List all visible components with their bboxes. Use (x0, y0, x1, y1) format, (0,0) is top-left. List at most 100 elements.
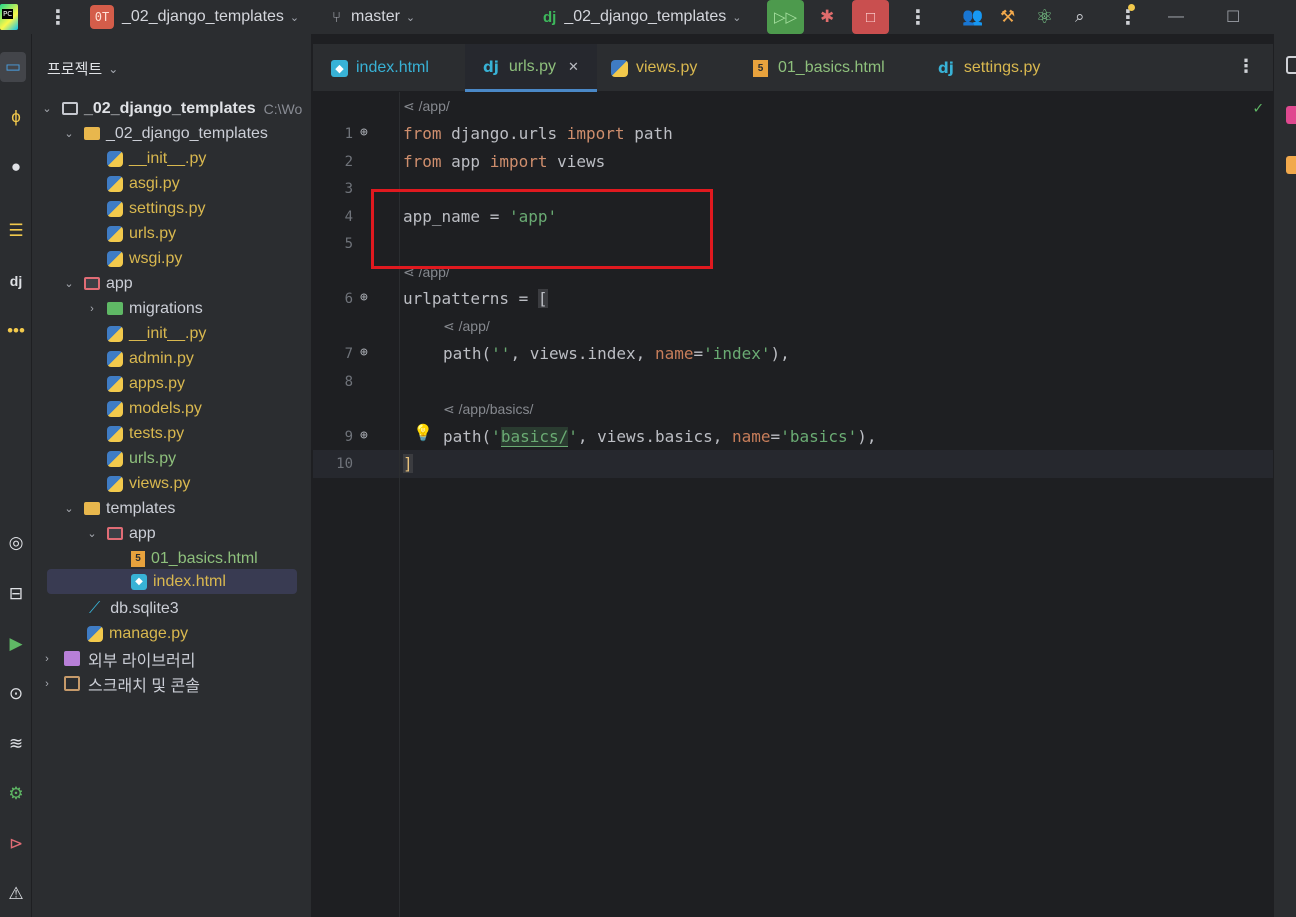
tree-item[interactable]: admin.py (107, 346, 194, 371)
tree-item[interactable]: views.py (107, 471, 190, 496)
url-endpoint-icon[interactable]: ⊕ (360, 345, 376, 361)
tab-urls-py[interactable]: dj urls.py ✕ (465, 44, 597, 92)
code-editor[interactable]: ✓ ⋖ /app/ ⋖ /app/ ⋖ /app/ ⋖ /app/basics/… (313, 92, 1273, 917)
tree-item[interactable]: manage.py (87, 621, 188, 646)
code-line-10[interactable]: ] (403, 454, 413, 473)
project-panel-header[interactable]: 프로젝트 ⌄ (47, 58, 118, 79)
python-file-icon (107, 200, 123, 217)
tree-item[interactable]: › 스크래치 및 콘솔 (40, 671, 200, 696)
url-hint[interactable]: ⋖ /app/ (403, 98, 450, 115)
run-button[interactable]: ▷▷ (767, 0, 804, 34)
minimize-icon[interactable]: — (1168, 0, 1184, 34)
more-actions-icon[interactable]: ⋮ (908, 0, 928, 34)
url-hint[interactable]: ⋖ /app/ (443, 318, 490, 335)
url-endpoint-icon[interactable]: ⊕ (360, 290, 376, 306)
tree-item[interactable]: › 외부 라이브러리 (40, 646, 196, 671)
debug-button[interactable]: ✱ (820, 0, 834, 34)
tree-item[interactable]: 5 01_basics.html (131, 546, 258, 571)
terminal-icon[interactable]: ⊳ (0, 829, 32, 859)
django-structure-icon[interactable]: dj (0, 266, 32, 296)
tree-item[interactable]: › migrations (85, 296, 203, 321)
inspection-icon[interactable]: ⊙ (0, 679, 32, 709)
tree-item[interactable]: apps.py (107, 371, 185, 396)
lightbulb-icon[interactable]: 💡 (413, 423, 433, 442)
code-line-9[interactable]: path('basics/', views.basics, name='basi… (443, 427, 877, 447)
tree-item[interactable]: models.py (107, 396, 202, 421)
tree-item[interactable]: asgi.py (107, 171, 180, 196)
python-packages-icon[interactable]: ◎ (0, 528, 32, 558)
stop-button[interactable]: □ (852, 0, 889, 34)
project-view-icon[interactable]: ▭ (0, 52, 26, 82)
close-icon[interactable]: ✕ (568, 59, 579, 75)
code-line-1[interactable]: from django.urls import path (403, 124, 673, 143)
tab-settings-py[interactable]: dj settings.py (938, 44, 1040, 92)
problems-icon[interactable]: ⚠ (0, 879, 32, 909)
library-icon (64, 651, 80, 666)
tree-label: app (106, 274, 133, 292)
python-file-icon (107, 175, 123, 192)
tree-item[interactable]: tests.py (107, 421, 184, 446)
tree-item[interactable]: ⌄ _02_django_templates (62, 121, 268, 146)
line-number: 5 (344, 236, 353, 252)
url-endpoint-icon[interactable]: ⊕ (360, 125, 376, 141)
tree-label: __init__.py (129, 149, 207, 167)
layers-icon[interactable]: ≋ (0, 729, 32, 759)
tools-icon[interactable]: ⚒ (1000, 0, 1015, 34)
python-console-icon[interactable]: ⊟ (0, 579, 32, 609)
run-tool-icon[interactable]: ▶ (0, 629, 32, 659)
tab-views-py[interactable]: views.py (611, 44, 697, 92)
tab-label: urls.py (508, 57, 557, 75)
root-name: _02_django_templates (84, 99, 256, 117)
tree-item[interactable]: ⌄ app (62, 271, 133, 296)
atom-plugin-icon[interactable]: ⚛ (1036, 0, 1053, 34)
url-endpoint-icon[interactable]: ⊕ (360, 428, 376, 444)
tree-item[interactable]: wsgi.py (107, 246, 182, 271)
notifications-icon[interactable] (1286, 56, 1296, 74)
tree-item[interactable]: ⌄ app (85, 521, 156, 546)
editor-tabs: ◆ index.html dj urls.py ✕ views.py 5 01_… (313, 44, 1273, 92)
database-icon[interactable]: ☰ (0, 216, 32, 246)
code-line-2[interactable]: from app import views (403, 152, 605, 171)
search-icon[interactable]: ⌕ (1075, 0, 1085, 34)
maximize-icon[interactable]: ☐ (1226, 0, 1240, 34)
tabs-more-icon[interactable]: ⋮ (1237, 56, 1255, 77)
tree-item[interactable]: ⌄ templates (62, 496, 175, 521)
share-icon: ⋖ (403, 98, 419, 114)
code-line-6[interactable]: urlpatterns = [ (403, 289, 548, 308)
tree-label: 외부 라이브러리 (88, 652, 196, 670)
tree-label: settings.py (129, 199, 206, 217)
code-line-7[interactable]: path('', views.index, name='index'), (443, 344, 790, 363)
tree-item[interactable]: urls.py (107, 446, 176, 471)
django-icon: dj (543, 8, 557, 26)
more-tools-icon[interactable]: ••• (0, 316, 32, 346)
tree-item[interactable]: __init__.py (107, 321, 206, 346)
github-icon[interactable]: ● (0, 152, 32, 182)
tree-item[interactable]: settings.py (107, 196, 205, 221)
tab-index-html[interactable]: ◆ index.html (331, 44, 429, 92)
tree-label: db.sqlite3 (110, 599, 179, 617)
commit-icon[interactable]: ϕ (0, 102, 32, 132)
tree-label: app (129, 524, 156, 542)
run-config-name: _02_django_templates (564, 8, 727, 25)
url-hint[interactable]: ⋖ /app/basics/ (443, 401, 533, 418)
tree-label: admin.py (129, 349, 194, 367)
main-menu-icon[interactable]: ⋮ (48, 0, 68, 34)
line-number: 8 (344, 374, 353, 390)
run-config-selector[interactable]: dj _02_django_templates ⌄ (543, 0, 741, 34)
tree-label: urls.py (129, 449, 177, 467)
ai-assistant-icon[interactable] (1286, 106, 1296, 124)
tree-root[interactable]: ⌄ _02_django_templates C:\Wo (40, 96, 302, 121)
tree-item[interactable]: ⟋ db.sqlite3 (87, 596, 179, 621)
tree-item[interactable]: __init__.py (107, 146, 206, 171)
project-selector[interactable]: 0T _02_django_templates ⌄ (90, 0, 299, 34)
tree-item-selected[interactable]: ◆ index.html (47, 569, 297, 594)
tab-01-basics-html[interactable]: 5 01_basics.html (753, 44, 885, 92)
database-panel-icon[interactable] (1286, 156, 1296, 174)
code-with-me-icon[interactable]: 👥 (962, 0, 983, 34)
chevron-down-icon: ⌄ (732, 11, 742, 24)
services-icon[interactable]: ⚙ (0, 779, 32, 809)
tree-label: manage.py (109, 624, 189, 642)
branch-selector[interactable]: ⑂ master ⌄ (332, 0, 415, 34)
tree-item[interactable]: urls.py (107, 221, 176, 246)
current-line-highlight (313, 450, 1273, 478)
